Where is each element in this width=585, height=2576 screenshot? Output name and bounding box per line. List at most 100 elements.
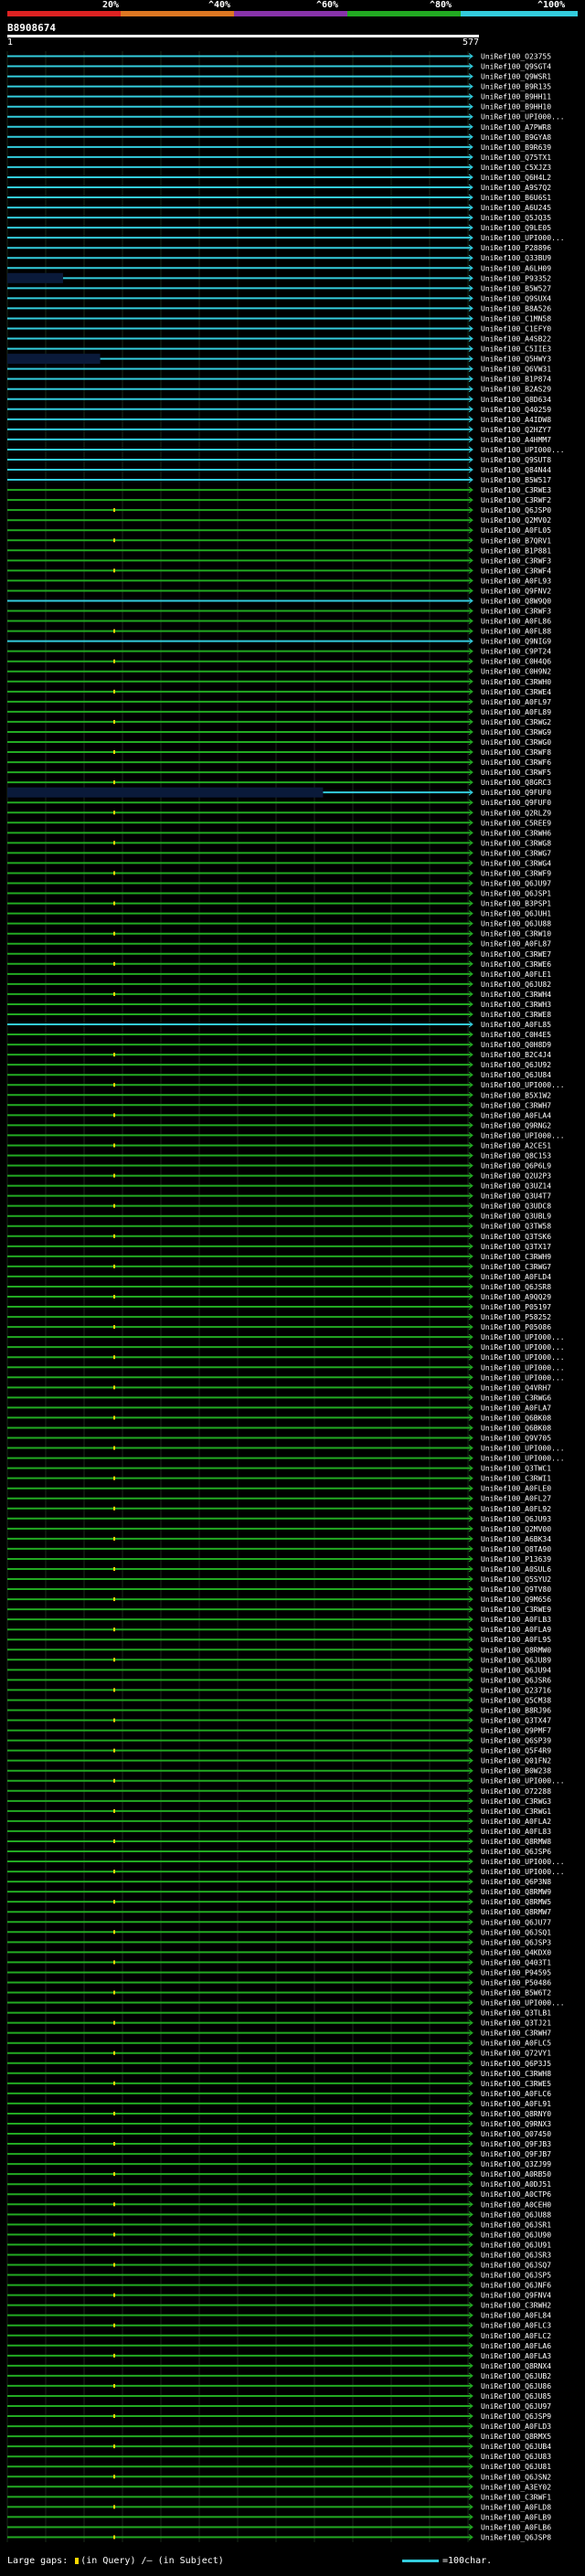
hit-label[interactable]: UniRef100_Q9FJB3 [481,2140,551,2148]
hit-label[interactable]: UniRef100_Q84N44 [481,466,551,474]
hit-label[interactable]: UniRef100_Q6JU88 [481,920,551,928]
hit-label[interactable]: UniRef100_UPI000... [481,113,565,122]
hit-label[interactable]: UniRef100_UPI000... [481,1373,565,1382]
hit-label[interactable]: UniRef100_A0SUL6 [481,1565,551,1574]
hit-label[interactable]: UniRef100_C3RWG1 [481,1807,551,1816]
hit-label[interactable]: UniRef100_A0FLB6 [481,2523,551,2531]
hit-label[interactable]: UniRef100_B3PSP1 [481,900,551,908]
hit-label[interactable]: UniRef100_A2CE51 [481,1141,551,1150]
hit-label[interactable]: UniRef100_B9HH10 [481,103,551,111]
hit-label[interactable]: UniRef100_B1P874 [481,376,551,384]
hit-label[interactable]: UniRef100_Q6VW31 [481,366,551,374]
hit-label[interactable]: UniRef100_A0FLA7 [481,1404,551,1412]
hit-label[interactable]: UniRef100_C1MN58 [481,314,551,323]
hit-label[interactable]: UniRef100_Q6JSP8 [481,2533,551,2541]
hit-label[interactable]: UniRef100_Q6P6L9 [481,1162,551,1171]
hit-label[interactable]: UniRef100_B0W238 [481,1767,551,1776]
hit-label[interactable]: UniRef100_A4IDW8 [481,416,551,424]
hit-label[interactable]: UniRef100_C3RWF1 [481,2493,551,2501]
hit-label[interactable]: UniRef100_A7PWR8 [481,123,551,132]
hit-label[interactable]: UniRef100_B8A526 [481,304,551,313]
hit-label[interactable]: UniRef100_Q9NIG9 [481,638,551,646]
hit-label[interactable]: UniRef100_Q6JU82 [481,981,551,989]
hit-label[interactable]: UniRef100_A6LH09 [481,264,551,272]
hit-label[interactable]: UniRef100_Q9SGT4 [481,63,551,71]
hit-label[interactable]: UniRef100_Q6JUH1 [481,910,551,918]
hit-label[interactable]: UniRef100_A0FL91 [481,2100,551,2108]
hit-label[interactable]: UniRef100_P05197 [481,1303,551,1311]
hit-label[interactable]: UniRef100_Q6JU77 [481,1918,551,1926]
hit-label[interactable]: UniRef100_B7QRV1 [481,536,551,545]
hit-label[interactable]: UniRef100_Q9RNX3 [481,2120,551,2128]
hit-label[interactable]: UniRef100_A0FL27 [481,1495,551,1503]
hit-label[interactable]: UniRef100_C3RWG9 [481,728,551,737]
hit-label[interactable]: UniRef100_Q6JSP5 [481,2272,551,2280]
hit-label[interactable]: UniRef100_C3RWH2 [481,2302,551,2310]
hit-label[interactable]: UniRef100_UPI000... [481,1999,565,2008]
hit-label[interactable]: UniRef100_C3RWF3 [481,608,551,616]
hit-label[interactable]: UniRef100_C3RWE3 [481,486,551,494]
hit-label[interactable]: UniRef100_Q9LE05 [481,224,551,232]
hit-label[interactable]: UniRef100_Q6JU97 [481,880,551,888]
hit-label[interactable]: UniRef100_C0H4E5 [481,1031,551,1039]
hit-label[interactable]: UniRef100_A9S7Q2 [481,184,551,192]
hit-label[interactable]: UniRef100_Q3UDC8 [481,1203,551,1211]
hit-label[interactable]: UniRef100_C3RWG2 [481,718,551,726]
hit-label[interactable]: UniRef100_Q6SP39 [481,1737,551,1745]
hit-label[interactable]: UniRef100_Q2HZY7 [481,426,551,434]
hit-label[interactable]: UniRef100_A0FLA6 [481,2342,551,2350]
hit-label[interactable]: UniRef100_P05086 [481,1323,551,1331]
hit-label[interactable]: UniRef100_Q9V705 [481,1435,551,1443]
hit-label[interactable]: UniRef100_A0CEH0 [481,2200,551,2209]
hit-label[interactable]: UniRef100_A6U245 [481,204,551,212]
hit-label[interactable]: UniRef100_Q9FUF0 [481,799,551,807]
hit-label[interactable]: UniRef100_Q3UZ14 [481,1182,551,1191]
hit-label[interactable]: UniRef100_Q5JQ35 [481,214,551,222]
hit-label[interactable]: UniRef100_A9QQ29 [481,1293,551,1301]
hit-label[interactable]: UniRef100_Q5F4R9 [481,1747,551,1755]
hit-label[interactable]: UniRef100_Q5CM38 [481,1696,551,1704]
hit-label[interactable]: UniRef100_C3RWH7 [481,2030,551,2038]
hit-label[interactable]: UniRef100_Q9FNV4 [481,2292,551,2300]
hit-label[interactable]: UniRef100_A0FL83 [481,1828,551,1836]
hit-label[interactable]: UniRef100_C3RWG0 [481,738,551,747]
hit-label[interactable]: UniRef100_Q9SUT8 [481,456,551,464]
hit-label[interactable]: UniRef100_UPI000... [481,1333,565,1341]
hit-label[interactable]: UniRef100_C3RWH4 [481,991,551,999]
hit-label[interactable]: UniRef100_C3RWH6 [481,829,551,837]
hit-label[interactable]: UniRef100_UPI000... [481,1343,565,1352]
hit-label[interactable]: UniRef100_Q6JSQ1 [481,1928,551,1936]
hit-label[interactable]: UniRef100_A0FLC3 [481,2322,551,2330]
hit-label[interactable]: UniRef100_A0FL88 [481,628,551,636]
hit-label[interactable]: UniRef100_A0FLE0 [481,1485,551,1493]
hit-label[interactable]: UniRef100_Q6BK08 [481,1424,551,1432]
hit-label[interactable]: UniRef100_P50486 [481,1978,551,1987]
hit-label[interactable]: UniRef100_C3RWF2 [481,496,551,504]
hit-label[interactable]: UniRef100_Q3U4T7 [481,1193,551,1201]
hit-label[interactable]: UniRef100_B9R639 [481,143,551,152]
hit-label[interactable]: UniRef100_C3RWF9 [481,869,551,877]
hit-label[interactable]: UniRef100_Q6JU89 [481,1656,551,1664]
hit-label[interactable]: UniRef100_C3RWE8 [481,1011,551,1019]
hit-label[interactable]: UniRef100_UPI000... [481,1363,565,1372]
hit-label[interactable]: UniRef100_C3RW10 [481,930,551,938]
hit-label[interactable]: UniRef100_Q9FNV2 [481,587,551,595]
hit-label[interactable]: UniRef100_Q6JSQ7 [481,2261,551,2269]
hit-label[interactable]: UniRef100_Q9FJB7 [481,2150,551,2158]
hit-label[interactable]: UniRef100_B2AS29 [481,386,551,394]
hit-label[interactable]: UniRef100_A4HMM7 [481,436,551,444]
hit-label[interactable]: UniRef100_Q6JU84 [481,1071,551,1079]
hit-label[interactable]: UniRef100_A0FLB9 [481,2513,551,2521]
hit-label[interactable]: UniRef100_P28896 [481,244,551,252]
hit-label[interactable]: UniRef100_Q6JU88 [481,2210,551,2219]
hit-label[interactable]: UniRef100_C3RWF6 [481,758,551,767]
hit-label[interactable]: UniRef100_Q8RMX5 [481,2433,551,2441]
hit-label[interactable]: UniRef100_A0FL05 [481,526,551,535]
hit-label[interactable]: UniRef100_Q6JNF6 [481,2282,551,2290]
hit-label[interactable]: UniRef100_Q3TSK6 [481,1233,551,1241]
hit-label[interactable]: UniRef100_Q6JU92 [481,1061,551,1069]
hit-label[interactable]: UniRef100_B9GYA8 [481,133,551,142]
hit-label[interactable]: UniRef100_Q6JSP0 [481,506,551,514]
hit-label[interactable]: UniRef100_C3RWF4 [481,567,551,575]
hit-label[interactable]: UniRef100_C3RWG6 [481,1394,551,1402]
